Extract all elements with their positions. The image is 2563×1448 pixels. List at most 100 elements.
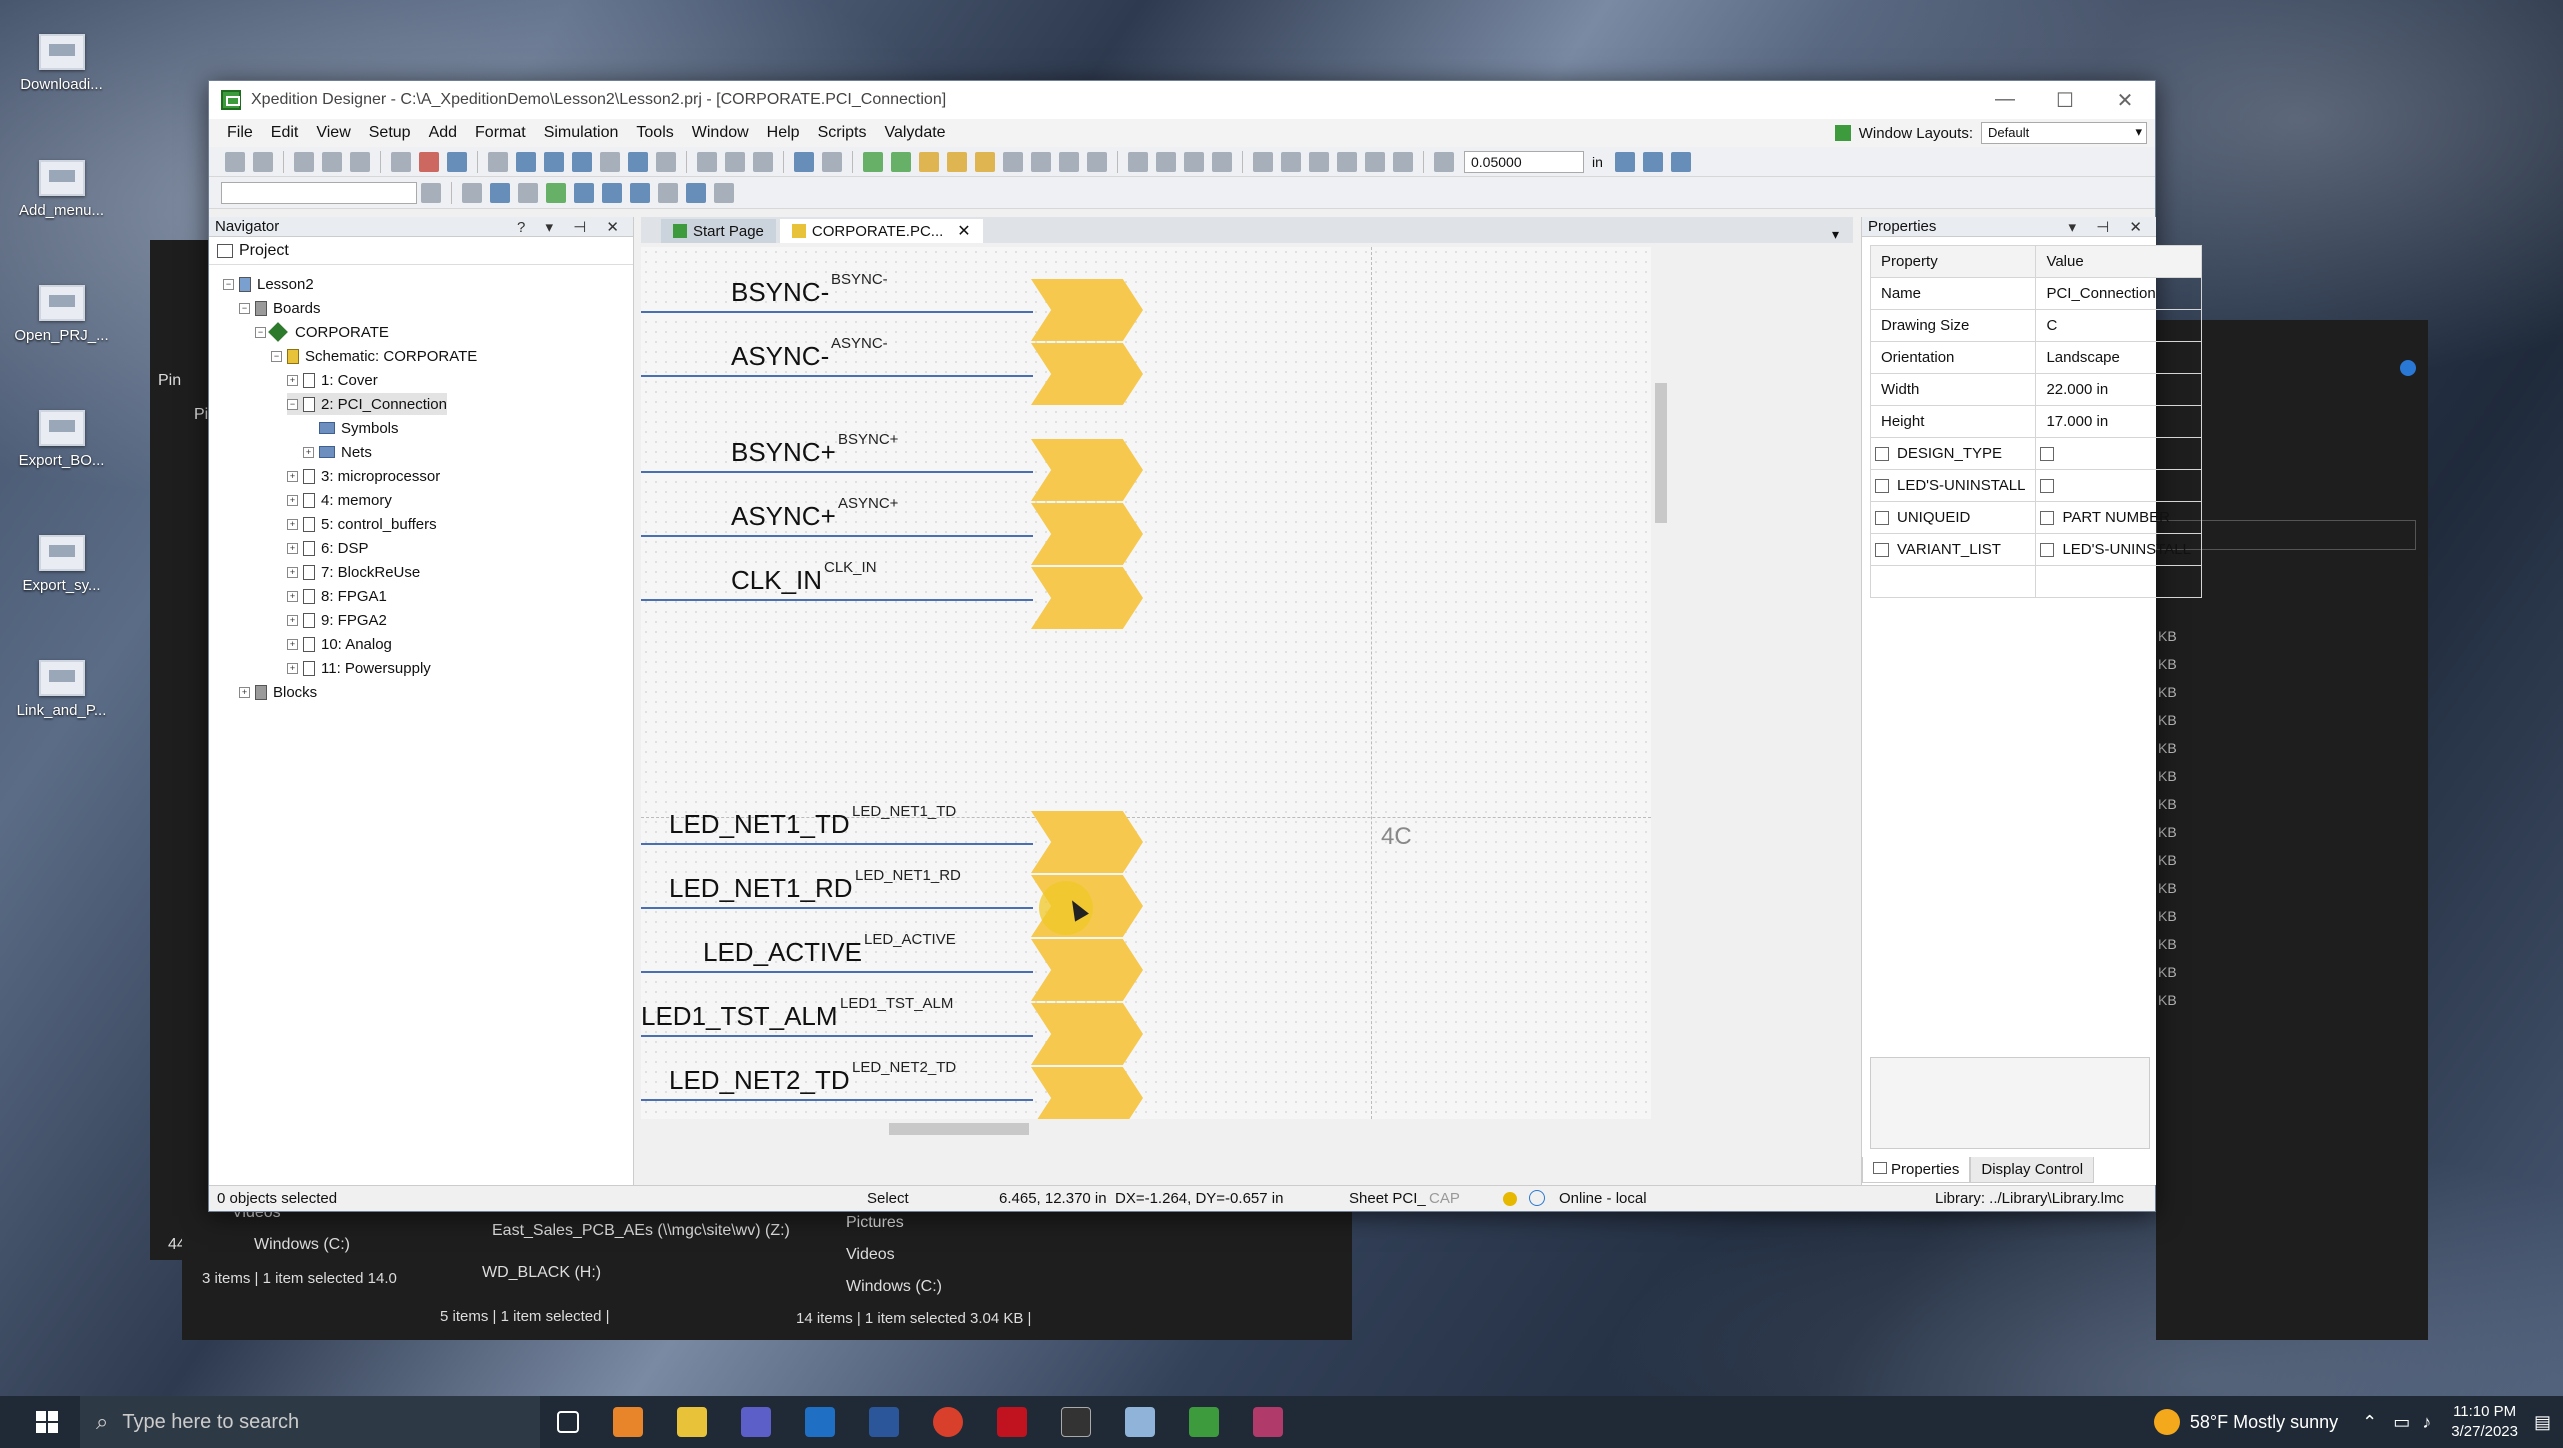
- net-wire[interactable]: [641, 535, 1033, 537]
- space-vertical-icon[interactable]: [1393, 151, 1413, 172]
- net-wire[interactable]: [641, 471, 1033, 473]
- offpage-connector[interactable]: [1031, 1067, 1143, 1119]
- zoom-fit-icon[interactable]: [488, 151, 508, 172]
- close-tab-icon[interactable]: ✕: [957, 221, 970, 241]
- tree-item-sheet-4[interactable]: +4: memory: [287, 489, 392, 511]
- view-grid-icon[interactable]: [1614, 151, 1635, 172]
- add-text-icon[interactable]: [1003, 151, 1023, 172]
- select-area-icon[interactable]: [628, 151, 648, 172]
- menu-tools[interactable]: Tools: [636, 124, 673, 142]
- net-label[interactable]: CLK_IN: [731, 565, 822, 596]
- properties-toggle-icon[interactable]: [574, 182, 594, 203]
- tree-item-schematic[interactable]: − Schematic: CORPORATE: [271, 345, 477, 367]
- menu-scripts[interactable]: Scripts: [818, 124, 867, 142]
- property-row[interactable]: Height 17.000 in: [1869, 405, 2202, 438]
- net-wire[interactable]: [641, 1035, 1033, 1037]
- menu-help[interactable]: Help: [767, 124, 800, 142]
- menu-view[interactable]: View: [316, 124, 350, 142]
- new-icon[interactable]: [225, 151, 245, 172]
- net-wire[interactable]: [641, 843, 1033, 845]
- property-row-empty[interactable]: [1869, 565, 2202, 598]
- tree-item-symbols[interactable]: Symbols: [303, 417, 399, 439]
- task-view-icon[interactable]: [557, 1411, 579, 1433]
- acrobat-icon[interactable]: [997, 1407, 1027, 1437]
- layout-toggle-icon[interactable]: [686, 182, 706, 203]
- bg-item-pictures[interactable]: Pictures: [846, 1214, 904, 1232]
- align-right-icon[interactable]: [725, 151, 745, 172]
- schematic-canvas[interactable]: 4C BSYNC- BSYNC- ASYNC- ASYNC- BSYNC+ BSYNC+ A…: [641, 247, 1651, 1119]
- menu-file[interactable]: File: [227, 124, 253, 142]
- bg-item-windows-c[interactable]: Windows (C:): [846, 1278, 942, 1296]
- desktop-icon-open-prj[interactable]: Open_PRJ_...: [14, 285, 109, 344]
- view-sheet-icon[interactable]: [1642, 151, 1663, 172]
- tree-item-blocks[interactable]: + Blocks: [239, 681, 317, 703]
- offpage-connector[interactable]: [1031, 343, 1143, 405]
- bg-item-windows-c[interactable]: Windows (C:): [254, 1236, 350, 1254]
- net-label[interactable]: LED_ACTIVE: [703, 937, 862, 968]
- zoom-out-icon[interactable]: [544, 151, 564, 172]
- redo-icon[interactable]: [447, 151, 467, 172]
- net-label[interactable]: BSYNC-: [731, 277, 829, 308]
- add-net-icon[interactable]: [891, 151, 911, 172]
- checkbox[interactable]: [1875, 479, 1889, 494]
- mirror-icon[interactable]: [1212, 151, 1232, 172]
- tree-item-sheet-6[interactable]: +6: DSP: [287, 537, 369, 559]
- help-icon[interactable]: [2400, 360, 2416, 376]
- maximize-button[interactable]: ☐: [2035, 88, 2095, 113]
- property-row[interactable]: Name PCI_Connection: [1869, 277, 2202, 310]
- add-component-icon[interactable]: [863, 151, 883, 172]
- grid-size-input[interactable]: 0.05000: [1464, 150, 1584, 173]
- cut-icon[interactable]: [294, 151, 314, 172]
- tree-item-lesson2[interactable]: − Lesson2: [223, 273, 314, 295]
- net-label[interactable]: LED_NET2_TD: [669, 1065, 850, 1096]
- copy-icon[interactable]: [322, 151, 342, 172]
- toolbar-combo[interactable]: [221, 181, 417, 204]
- desktop-icon-link-and-p[interactable]: Link_and_P...: [14, 660, 109, 719]
- net-wire[interactable]: [641, 375, 1033, 377]
- align-bottom-icon[interactable]: [1337, 151, 1357, 172]
- notification-icon[interactable]: ▤: [2534, 1412, 2551, 1433]
- offpage-connector[interactable]: [1031, 503, 1143, 565]
- property-row[interactable]: Drawing Size C: [1869, 309, 2202, 342]
- route-icon[interactable]: [822, 151, 842, 172]
- package-icon[interactable]: [1128, 151, 1148, 172]
- rotate-icon[interactable]: [1184, 151, 1204, 172]
- window-icon[interactable]: [658, 182, 678, 203]
- desktop-icon-downloads[interactable]: Downloadi...: [14, 34, 109, 93]
- add-graphic-icon[interactable]: [1031, 151, 1051, 172]
- checkbox[interactable]: [1875, 447, 1889, 462]
- network-icon[interactable]: ▭: [2393, 1412, 2410, 1433]
- tree-item-nets[interactable]: + Nets: [303, 441, 372, 463]
- tree-item-sheet-11[interactable]: +11: Powersupply: [287, 657, 431, 679]
- window-layouts-select[interactable]: Default: [1981, 122, 2147, 144]
- flip-icon[interactable]: [1253, 151, 1273, 172]
- zoom-in-icon[interactable]: [516, 151, 536, 172]
- offpage-connector[interactable]: [1031, 811, 1143, 873]
- delete-icon[interactable]: [1156, 151, 1176, 172]
- property-row[interactable]: Orientation Landscape: [1869, 341, 2202, 374]
- properties-icon[interactable]: [1087, 151, 1107, 172]
- align-left-icon[interactable]: [697, 151, 717, 172]
- bg-item-network-drive[interactable]: East_Sales_PCB_AEs (\\mgc\site\wv) (Z:): [492, 1222, 790, 1240]
- net-wire[interactable]: [641, 1099, 1033, 1101]
- paste-icon[interactable]: [350, 151, 370, 172]
- undo-icon[interactable]: [419, 151, 439, 172]
- checkbox[interactable]: [1875, 511, 1889, 526]
- filter-icon[interactable]: [656, 151, 676, 172]
- tab-properties[interactable]: Properties: [1862, 1157, 1971, 1183]
- menu-setup[interactable]: Setup: [369, 124, 411, 142]
- add-bus-icon[interactable]: [919, 151, 939, 172]
- zoom-area-icon[interactable]: [572, 151, 592, 172]
- tab-start-page[interactable]: Start Page: [661, 219, 776, 243]
- tree-item-corporate[interactable]: − CORPORATE: [255, 321, 389, 343]
- net-label[interactable]: ASYNC-: [731, 341, 829, 372]
- net-label[interactable]: ASYNC+: [731, 501, 836, 532]
- desktop-icon-export-sy[interactable]: Export_sy...: [14, 535, 109, 594]
- tree-item-sheet-7[interactable]: +7: BlockReUse: [287, 561, 420, 583]
- bg-item-wd-black[interactable]: WD_BLACK (H:): [482, 1264, 601, 1282]
- navigator-toggle-icon[interactable]: [490, 182, 510, 203]
- tab-display-control[interactable]: Display Control: [1970, 1157, 2095, 1183]
- output-icon[interactable]: [546, 182, 566, 203]
- offpage-connector[interactable]: [1031, 939, 1143, 1001]
- speaker-icon[interactable]: ♪: [2422, 1412, 2431, 1433]
